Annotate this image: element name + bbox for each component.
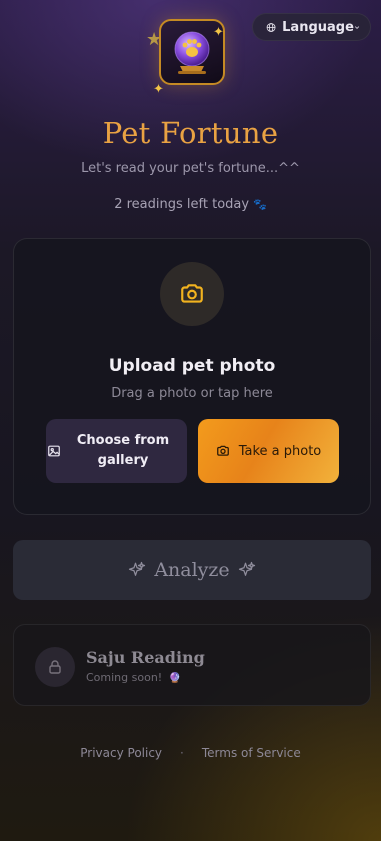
sparkle-icon: ✦ bbox=[213, 25, 224, 40]
camera-icon bbox=[181, 284, 203, 303]
camera-icon bbox=[216, 445, 229, 456]
take-photo-label: Take a photo bbox=[238, 443, 322, 459]
analyze-label: Analyze bbox=[154, 559, 230, 581]
paw-icon: 🐾 bbox=[253, 198, 267, 211]
camera-icon-circle bbox=[160, 262, 224, 326]
image-icon bbox=[48, 445, 60, 457]
lock-icon-circle bbox=[35, 647, 75, 687]
crystal-ball-paw-icon bbox=[174, 31, 210, 74]
saju-subtitle: Coming soon! 🔮 bbox=[86, 671, 181, 684]
take-photo-button[interactable]: Take a photo bbox=[198, 419, 339, 483]
upload-dropzone[interactable]: Upload pet photo Drag a photo or tap her… bbox=[13, 238, 371, 515]
privacy-policy-link[interactable]: Privacy Policy bbox=[80, 746, 162, 760]
choose-gallery-button[interactable]: Choose from gallery bbox=[46, 419, 187, 483]
saju-subtitle-text: Coming soon! bbox=[86, 671, 163, 684]
footer-separator: · bbox=[180, 746, 184, 760]
saju-title: Saju Reading bbox=[86, 648, 205, 667]
upload-subtitle: Drag a photo or tap here bbox=[111, 386, 273, 401]
readings-left-text: 2 readings left today bbox=[114, 197, 250, 212]
language-selector[interactable]: Language bbox=[252, 13, 371, 41]
analyze-button[interactable]: Analyze bbox=[13, 540, 371, 600]
chevron-down-icon bbox=[354, 25, 360, 29]
readings-left: 2 readings left today 🐾 bbox=[0, 197, 381, 212]
language-label: Language bbox=[282, 19, 354, 35]
globe-icon bbox=[266, 22, 276, 32]
upload-title: Upload pet photo bbox=[108, 356, 276, 376]
sparkles-icon bbox=[238, 561, 255, 576]
crystal-ball-icon: 🔮 bbox=[168, 673, 182, 684]
sparkle-icon: ✦ bbox=[153, 82, 164, 97]
terms-of-service-link[interactable]: Terms of Service bbox=[202, 746, 301, 760]
app-title: Pet Fortune bbox=[102, 116, 279, 150]
app-subtitle: Let's read your pet's fortune...^^ bbox=[81, 161, 300, 176]
choose-gallery-label: Choose from gallery bbox=[76, 433, 170, 468]
footer: Privacy Policy · Terms of Service bbox=[0, 746, 381, 760]
saju-reading-card: Saju Reading Coming soon! 🔮 bbox=[13, 624, 371, 706]
sparkles-icon bbox=[129, 561, 146, 576]
lock-icon bbox=[49, 660, 61, 674]
